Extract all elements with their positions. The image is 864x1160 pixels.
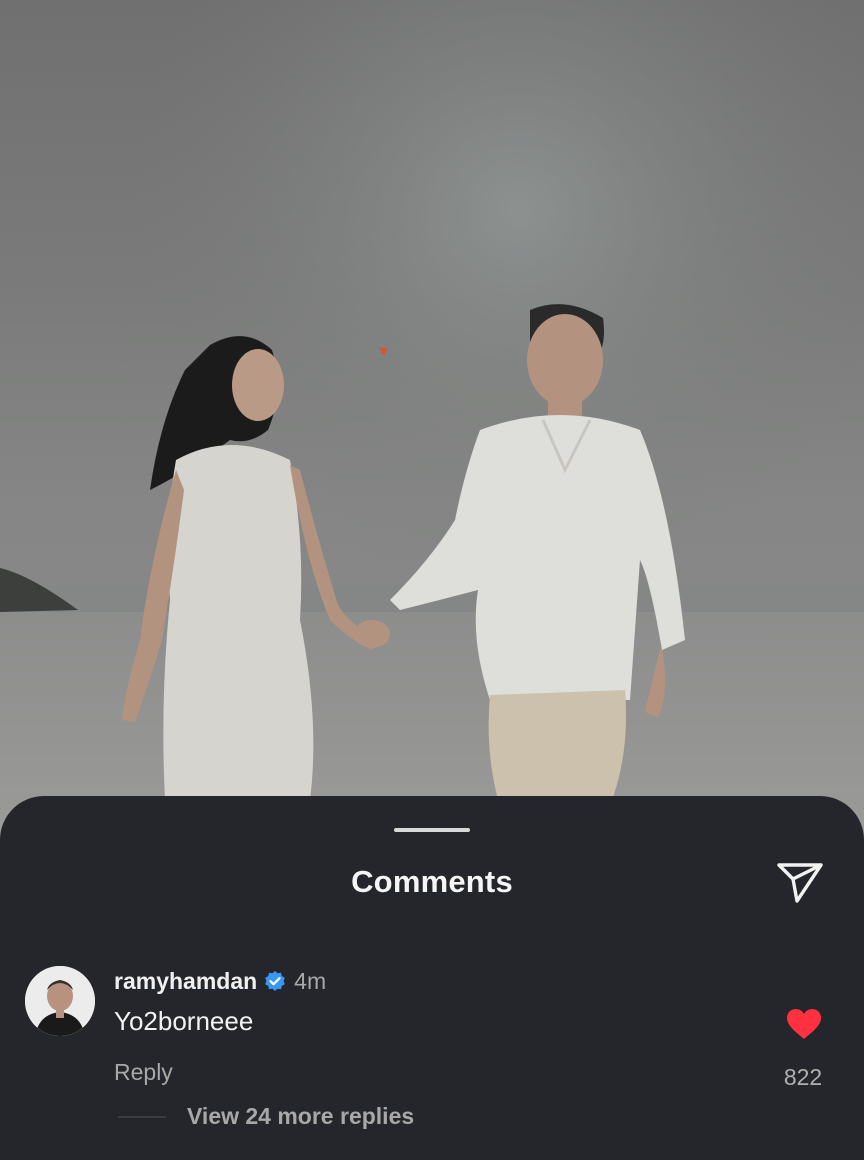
comments-sheet: Comments ramyhamdan 4m Yo2borneee Reply … — [0, 796, 864, 1160]
comment-item: ramyhamdan 4m Yo2borneee Reply 822 View … — [0, 960, 864, 1160]
replies-divider — [118, 1116, 166, 1118]
user-avatar-image — [25, 966, 95, 1036]
like-count: 822 — [783, 1064, 823, 1090]
comment-timestamp: 4m — [294, 968, 327, 994]
comment-header: ramyhamdan 4m — [114, 968, 326, 995]
comment-text: Yo2borneee — [114, 1006, 254, 1036]
heart-filled-icon — [787, 1009, 821, 1039]
comment-username[interactable]: ramyhamdan — [114, 968, 257, 995]
verified-badge-icon — [263, 970, 287, 994]
sheet-drag-handle[interactable] — [394, 828, 470, 832]
post-photo — [0, 0, 864, 840]
like-button[interactable] — [784, 1006, 824, 1042]
view-more-replies-button[interactable]: View 24 more replies — [187, 1103, 414, 1130]
sheet-title: Comments — [351, 864, 513, 899]
reply-button[interactable]: Reply — [114, 1059, 173, 1086]
share-button[interactable] — [772, 856, 828, 908]
avatar[interactable] — [25, 966, 95, 1036]
paper-plane-icon — [777, 863, 823, 903]
beach-couple-illustration — [0, 0, 864, 840]
